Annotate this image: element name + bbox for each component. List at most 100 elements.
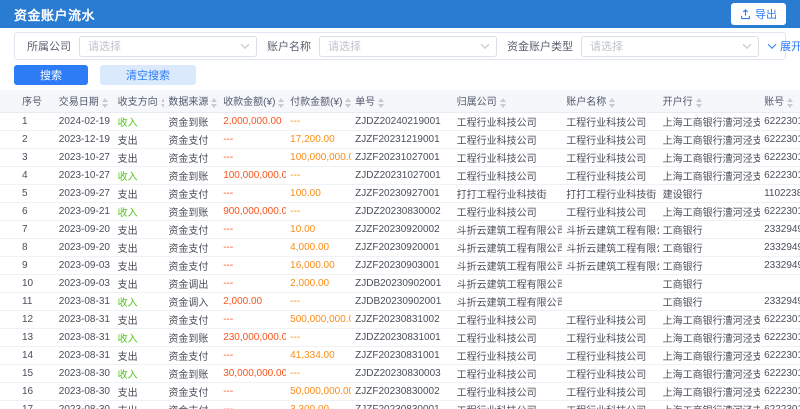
cell-payment: --- [286,328,351,346]
cell-receipt: --- [219,238,286,256]
cell-account_no: 62223011 [760,202,800,220]
cell-receipt: --- [219,184,286,202]
cell-order_no: ZJZF20230831002 [351,310,452,328]
cell-account_name: 工程行业科技公司 [562,364,658,382]
cell-company: 工程行业科技公司 [453,382,563,400]
column-header-account_name[interactable]: 账户名称 [562,90,658,112]
cell-source: 资金支付 [164,382,219,400]
column-header-direction[interactable]: 收支方向 [114,90,165,112]
cell-direction: 支出 [114,274,165,292]
export-icon [740,9,751,20]
cell-account_no: 62223011 [760,400,800,409]
export-button-label: 导出 [755,6,777,22]
sort-icon [787,98,793,108]
cell-index: 6 [0,202,55,220]
cell-receipt: 2,000.00 [219,292,286,310]
cell-receipt: --- [219,220,286,238]
table-row: 12024-02-19收入资金到账2,000,000.00---ZJDZ2024… [0,112,800,130]
cell-account_name: 工程行业科技公司 [562,400,658,409]
expand-filters-link[interactable]: 展开筛选 [769,38,800,54]
cell-account_no: 62223011 [760,346,800,364]
cell-bank: 工商银行 [659,238,760,256]
table-row: 32023-10-27支出资金支付---100,000,000.00ZJZF20… [0,148,800,166]
company-filter-label: 所属公司 [27,38,71,54]
cell-direction: 支出 [114,220,165,238]
cell-order_no: ZJZF20230920001 [351,238,452,256]
cell-company: 斗折云建筑工程有限公司 [453,274,563,292]
cell-account_no: 23329499 [760,256,800,274]
cell-payment: 3,300.00 [286,400,351,409]
account-type-select[interactable]: 请选择 [581,36,759,57]
cell-direction: 支出 [114,238,165,256]
sort-icon [696,98,702,108]
cell-account_name: 工程行业科技公司 [562,310,658,328]
cell-account_name: 工程行业科技公司 [562,112,658,130]
column-header-source[interactable]: 数据来源 [164,90,219,112]
chevron-down-icon [743,40,751,48]
flow-table: 序号 交易日期收支方向数据来源收款金额(¥)付款金额(¥)单号归属公司账户名称 开户… [0,90,800,409]
column-header-bank[interactable]: 开户行 [659,90,760,112]
sort-icon [500,98,506,108]
table-row: 132023-08-31收入资金到账230,000,000.00---ZJDZ2… [0,328,800,346]
page-header: 资金账户流水 导出 [0,0,800,28]
cell-company: 工程行业科技公司 [453,364,563,382]
clear-search-button[interactable]: 清空搜索 [100,65,196,85]
cell-account_name [562,292,658,310]
cell-payment: --- [286,364,351,382]
cell-payment: 17,200.00 [286,130,351,148]
cell-company: 工程行业科技公司 [453,166,563,184]
expand-filters-label: 展开筛选 [780,38,800,54]
cell-account_no: 62223011 [760,148,800,166]
cell-source: 资金到账 [164,364,219,382]
cell-account_name: 工程行业科技公司 [562,166,658,184]
cell-order_no: ZJZF20230831001 [351,346,452,364]
cell-index: 16 [0,382,55,400]
cell-receipt: 30,000,000.00 [219,364,286,382]
cell-bank: 上海工商银行漕河泾支行 [659,364,760,382]
cell-bank: 上海工商银行漕河泾支行 [659,328,760,346]
cell-direction: 收入 [114,364,165,382]
cell-receipt: --- [219,346,286,364]
cell-bank: 上海工商银行漕河泾支行 [659,382,760,400]
chevron-down-icon [768,40,776,48]
column-header-date[interactable]: 交易日期 [55,90,114,112]
cell-payment: 2,000.00 [286,274,351,292]
cell-account_name: 打打工程行业科技街 [562,184,658,202]
cell-date: 2023-09-27 [55,184,114,202]
account-name-select[interactable]: 请选择 [319,36,497,57]
column-label: 账户名称 [566,97,606,108]
export-button[interactable]: 导出 [731,3,786,25]
cell-direction: 支出 [114,346,165,364]
account-type-filter: 资金账户类型 请选择 [507,36,759,57]
table-row: 82023-09-20支出资金支付---4,000.00ZJZF20230920… [0,238,800,256]
sort-icon [609,98,615,108]
cell-source: 资金调出 [164,274,219,292]
cell-receipt: 900,000,000.00 [219,202,286,220]
cell-order_no: ZJDZ20230831001 [351,328,452,346]
cell-company: 工程行业科技公司 [453,202,563,220]
cell-date: 2023-12-19 [55,130,114,148]
cell-direction: 支出 [114,184,165,202]
column-header-account_no[interactable]: 账号 [760,90,800,112]
cell-bank: 上海工商银行漕河泾支行 [659,202,760,220]
cell-source: 资金支付 [164,346,219,364]
column-label: 开户行 [663,97,693,108]
cell-account_name: 工程行业科技公司 [562,130,658,148]
fund-account-flow-page: 资金账户流水 导出 所属公司 请选择 账户名称 [0,0,800,409]
table-row: 122023-08-31支出资金支付---500,000,000.00ZJZF2… [0,310,800,328]
search-button[interactable]: 搜索 [14,65,88,85]
column-header-payment[interactable]: 付款金额(¥) [286,90,351,112]
cell-payment: 10.00 [286,220,351,238]
cell-account_name: 工程行业科技公司 [562,202,658,220]
cell-receipt: 230,000,000.00 [219,328,286,346]
column-header-order_no[interactable]: 单号 [351,90,452,112]
company-select[interactable]: 请选择 [79,36,257,57]
cell-direction: 支出 [114,310,165,328]
column-label: 序号 [22,97,42,108]
cell-order_no: ZJDZ20230830002 [351,202,452,220]
sort-icon [378,98,384,108]
cell-payment: --- [286,292,351,310]
column-header-company[interactable]: 归属公司 [453,90,563,112]
column-header-receipt[interactable]: 收款金额(¥) [219,90,286,112]
cell-date: 2023-10-27 [55,166,114,184]
